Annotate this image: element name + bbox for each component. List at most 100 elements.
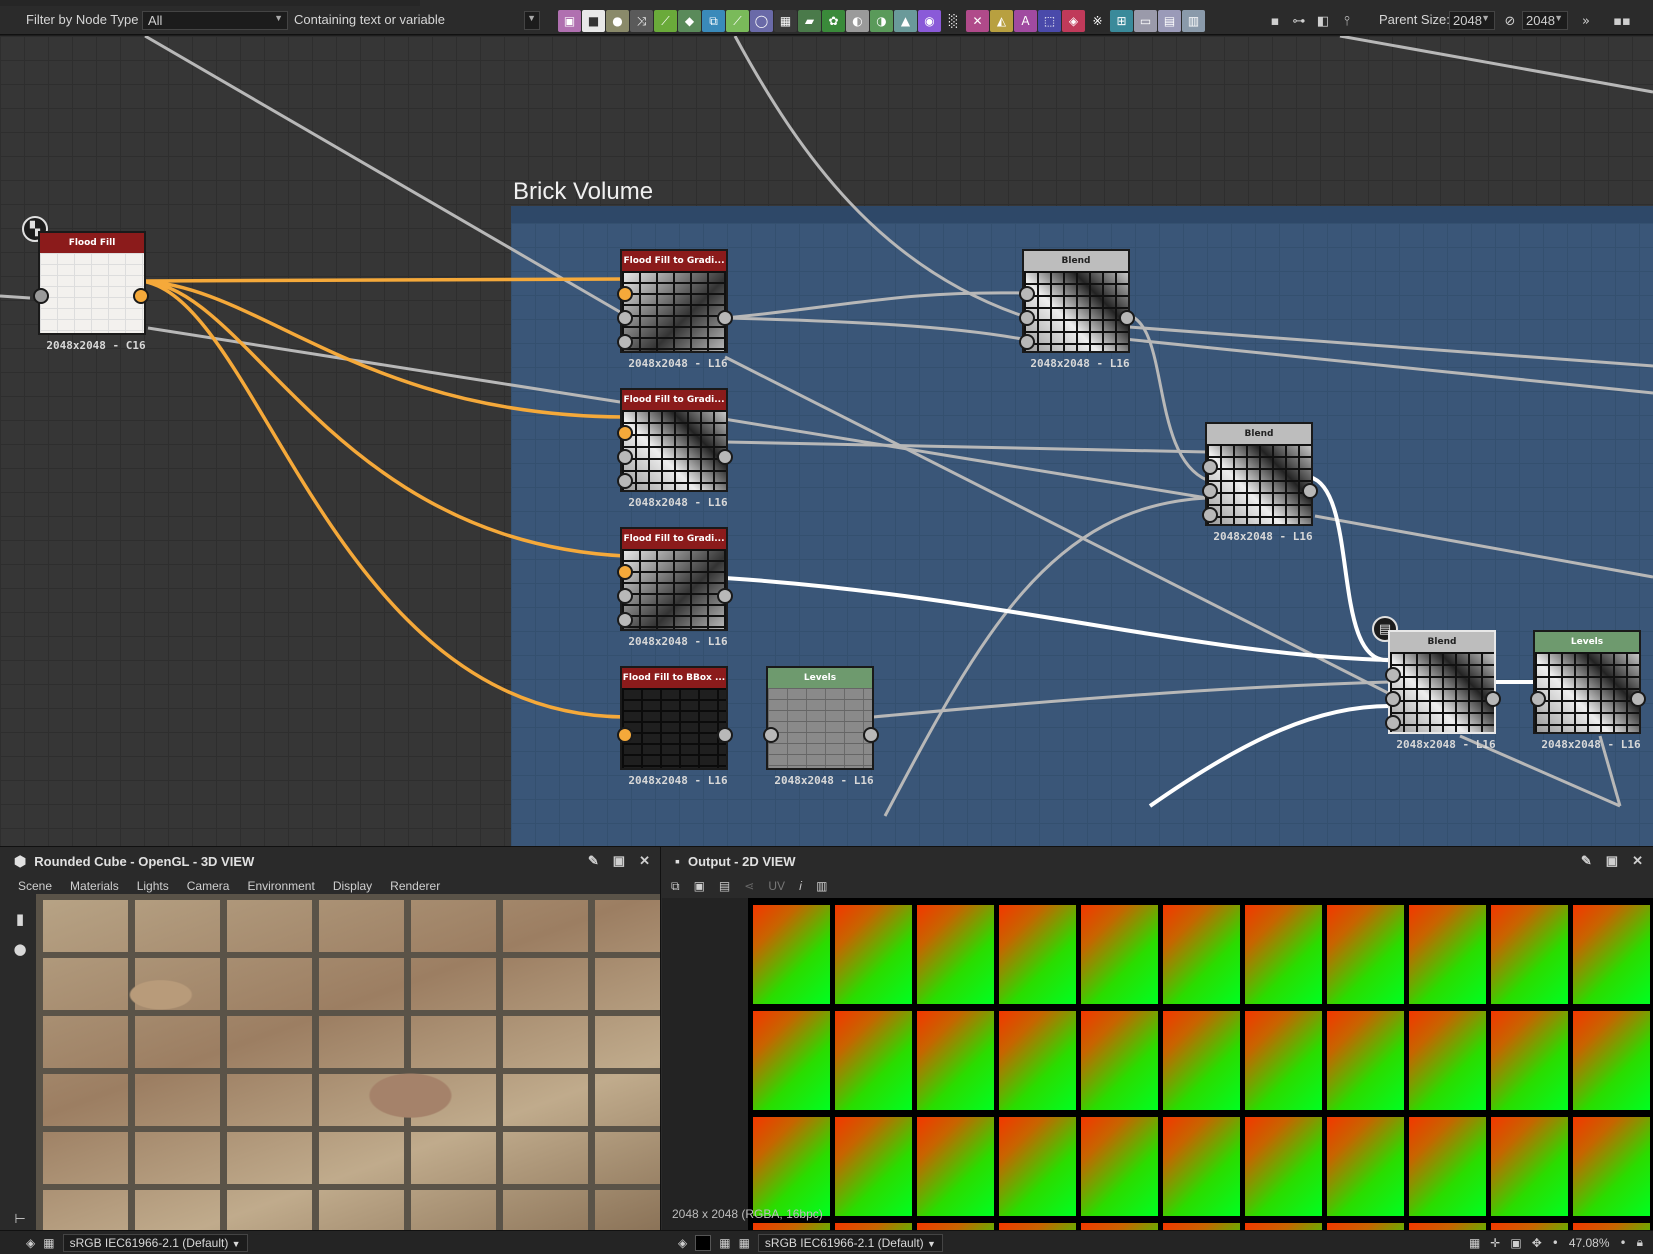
pin-icon[interactable]: ✎ [588, 853, 599, 869]
paint-bucket-icon[interactable]: ◈ [1062, 10, 1085, 32]
menu-scene[interactable]: Scene [18, 879, 52, 893]
input-port[interactable] [1019, 334, 1035, 350]
zoom-reset-icon[interactable]: • [1620, 1236, 1627, 1250]
view-3d-viewport[interactable] [36, 894, 660, 1230]
camera-icon[interactable]: ▮ [16, 910, 24, 928]
output-port[interactable] [717, 310, 733, 326]
output-port[interactable] [717, 588, 733, 604]
view-3d-colorspace-dropdown[interactable]: sRGB IEC61966-2.1 (Default) ▼ [62, 1233, 248, 1252]
menu-lights[interactable]: Lights [137, 879, 169, 893]
blend-icon[interactable]: ◐ [846, 10, 869, 32]
output-port[interactable] [1302, 483, 1318, 499]
move-icon[interactable]: ✥ [1532, 1236, 1542, 1250]
view-2d-viewport[interactable] [748, 898, 1653, 1230]
input-port[interactable] [617, 564, 633, 580]
layers-icon[interactable]: ◈ [26, 1236, 35, 1250]
chevrons-right-icon[interactable]: » [1576, 10, 1596, 32]
color-swatch-icon[interactable]: ▦ [739, 1236, 750, 1250]
output-port[interactable] [1485, 691, 1501, 707]
menu-renderer[interactable]: Renderer [390, 879, 440, 893]
view-2d-colorspace-dropdown[interactable]: sRGB IEC61966-2.1 (Default) ▼ [757, 1233, 943, 1252]
share-icon[interactable]: ⋖ [744, 879, 754, 893]
histogram-icon[interactable]: ◑ [870, 10, 893, 32]
input-port[interactable] [33, 288, 49, 304]
output-port[interactable] [1119, 310, 1135, 326]
input-port[interactable] [1530, 691, 1546, 707]
noise-icon[interactable]: ░ [942, 10, 965, 32]
node-type-filter-dropdown[interactable]: All ▼ [142, 11, 288, 30]
input-port[interactable] [617, 425, 633, 441]
grid-icon[interactable]: ▦ [1469, 1236, 1480, 1250]
input-port[interactable] [617, 286, 633, 302]
map-icon[interactable]: ⊞ [1110, 10, 1133, 32]
color-swatch-icon[interactable]: ▦ [43, 1236, 54, 1250]
save-icon[interactable]: ▣ [694, 879, 705, 893]
toolbar-options-icon[interactable]: ▪▪ [1612, 10, 1632, 32]
gradient-map-icon[interactable]: ⟋ [726, 10, 749, 32]
transform-icon[interactable]: ⧉ [702, 10, 725, 32]
input-port[interactable] [1385, 691, 1401, 707]
color-wheel-icon[interactable]: ◉ [918, 10, 941, 32]
cube-icon[interactable]: ▰ [798, 10, 821, 32]
link-icon[interactable]: ⊘ [1500, 10, 1520, 32]
input-port[interactable] [1202, 459, 1218, 475]
black-swatch-icon[interactable] [695, 1234, 712, 1251]
select-frame-icon[interactable]: ⬚ [1038, 10, 1061, 32]
output-port[interactable] [717, 727, 733, 743]
linked-size-dropdown[interactable]: 2048 ▼ [1522, 11, 1568, 30]
input-port[interactable] [1385, 667, 1401, 683]
blur-icon[interactable]: ● [606, 10, 629, 32]
close-icon[interactable]: ✕ [639, 853, 650, 869]
axis-icon[interactable]: ⊢ [10, 1208, 30, 1230]
text-icon[interactable]: A [1014, 10, 1037, 32]
zoom-dot-icon[interactable]: • [1552, 1236, 1559, 1250]
maximize-icon[interactable]: ▣ [613, 853, 625, 869]
clipboard-icon[interactable]: ▤ [719, 879, 730, 893]
panel-icon[interactable]: ▥ [1182, 10, 1205, 32]
crosshair-icon[interactable]: ✛ [1490, 1236, 1500, 1250]
input-port[interactable] [1202, 507, 1218, 523]
sphere-icon[interactable]: ◯ [750, 10, 773, 32]
input-port[interactable] [617, 612, 633, 628]
histogram-icon[interactable]: ▥ [816, 879, 827, 893]
input-port[interactable] [763, 727, 779, 743]
node-graph-canvas[interactable]: Brick Volume ▚ Flood Fill 2048x2048 - C1… [0, 36, 1653, 846]
input-port[interactable] [1019, 286, 1035, 302]
levels-icon[interactable]: ◆ [678, 10, 701, 32]
pattern-icon[interactable]: ✕ [966, 10, 989, 32]
menu-camera[interactable]: Camera [187, 879, 230, 893]
parent-size-dropdown[interactable]: 2048 ▼ [1449, 11, 1495, 30]
input-port[interactable] [1202, 483, 1218, 499]
zoom-level[interactable]: 47.08% [1569, 1236, 1610, 1250]
menu-materials[interactable]: Materials [70, 879, 119, 893]
input-port[interactable] [617, 310, 633, 326]
curve-icon[interactable]: ⟋ [654, 10, 677, 32]
menu-display[interactable]: Display [333, 879, 372, 893]
output-port[interactable] [1630, 691, 1646, 707]
pin-icon[interactable]: ✎ [1581, 853, 1592, 869]
checker-icon[interactable]: ▦ [719, 1236, 730, 1250]
image-input-icon[interactable]: ▣ [558, 10, 581, 32]
value-icon[interactable]: ※ [1086, 10, 1109, 32]
grid-icon[interactable]: ▤ [1158, 10, 1181, 32]
share-icon[interactable]: ◧ [1313, 10, 1333, 32]
plant-icon[interactable]: ✿ [822, 10, 845, 32]
uv-dropdown[interactable]: UV [768, 879, 785, 893]
menu-environment[interactable]: Environment [247, 879, 314, 893]
maximize-icon[interactable]: ▣ [1606, 853, 1618, 869]
input-port[interactable] [617, 588, 633, 604]
comment-icon[interactable]: ▪ [1265, 10, 1285, 32]
search-options-dropdown[interactable]: ▼ [524, 11, 540, 30]
close-icon[interactable]: ✕ [1632, 853, 1643, 869]
tile-icon[interactable]: ▦ [774, 10, 797, 32]
output-port[interactable] [717, 449, 733, 465]
triangle-icon[interactable]: ◭ [990, 10, 1013, 32]
lock-icon[interactable]: 🔒︎ [1637, 1235, 1643, 1250]
warp-icon[interactable]: ▲ [894, 10, 917, 32]
layers-icon[interactable]: ◈ [678, 1236, 687, 1250]
light-bulb-icon[interactable]: ● [13, 940, 26, 958]
slider-icon[interactable]: ⊶ [1289, 10, 1309, 32]
uniform-color-icon[interactable]: ■ [582, 10, 605, 32]
output-port[interactable] [133, 288, 149, 304]
pin-icon[interactable]: ⫯ [1337, 10, 1357, 32]
